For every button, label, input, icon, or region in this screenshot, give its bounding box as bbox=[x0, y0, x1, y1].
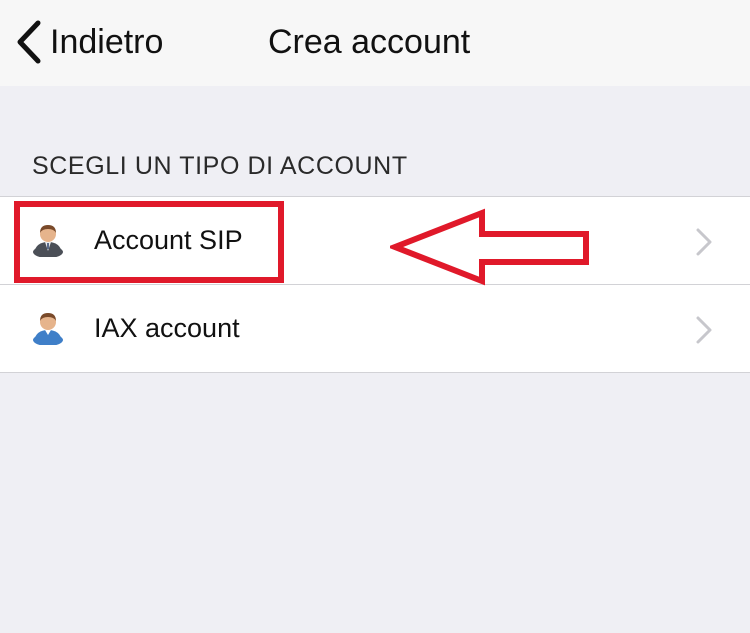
account-type-sip-row[interactable]: Account SIP bbox=[0, 197, 750, 285]
chevron-left-icon bbox=[17, 20, 41, 64]
page-title: Crea account bbox=[268, 23, 471, 61]
chevron-right-icon bbox=[696, 228, 712, 256]
back-button-label: Indietro bbox=[50, 23, 164, 61]
account-type-iax-label: IAX account bbox=[94, 313, 240, 343]
navigation-bar: Indietro Crea account bbox=[0, 0, 750, 86]
account-type-sip-label: Account SIP bbox=[94, 225, 243, 255]
account-type-list: Account SIP IAX account bbox=[0, 196, 750, 373]
section-header: SCEGLI UN TIPO DI ACCOUNT bbox=[32, 152, 408, 180]
back-button[interactable]: Indietro bbox=[14, 18, 163, 66]
account-type-iax-row[interactable]: IAX account bbox=[0, 285, 750, 372]
user-blue-icon bbox=[32, 311, 64, 345]
user-suit-icon bbox=[32, 223, 64, 257]
chevron-right-icon bbox=[696, 316, 712, 344]
